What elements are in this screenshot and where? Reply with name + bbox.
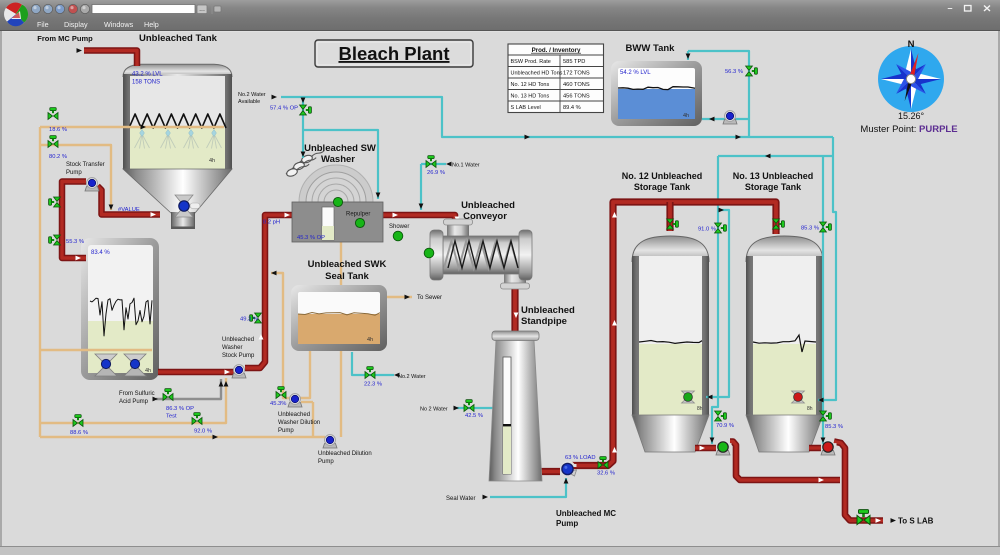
- svg-text:89.4 %: 89.4 %: [563, 105, 581, 111]
- svg-text:No. 12 HD Tons: No. 12 HD Tons: [511, 82, 550, 88]
- svg-text:Seal Tank: Seal Tank: [325, 271, 369, 282]
- svg-text:15.26°: 15.26°: [898, 111, 925, 121]
- svg-text:80.2 %: 80.2 %: [49, 154, 67, 160]
- svg-text:83.4 %: 83.4 %: [91, 250, 110, 256]
- svg-text:45.3%: 45.3%: [270, 401, 286, 407]
- svg-text:–: –: [947, 3, 952, 13]
- svg-text:92.0 %: 92.0 %: [194, 429, 212, 435]
- svg-text:From MC Pump: From MC Pump: [37, 34, 93, 43]
- svg-text:4h: 4h: [367, 337, 373, 343]
- svg-text:456 TONS: 456 TONS: [563, 94, 590, 100]
- svg-text:Unbleached Tank: Unbleached Tank: [139, 33, 218, 44]
- svg-text:S LAB Level: S LAB Level: [511, 105, 541, 111]
- svg-text:43.2 % LVL: 43.2 % LVL: [132, 72, 163, 78]
- svg-text:No.2 Water: No.2 Water: [398, 374, 426, 380]
- svg-text:Acid Pump: Acid Pump: [119, 399, 149, 405]
- svg-text:172 TONS: 172 TONS: [563, 71, 590, 77]
- svg-text:Muster Point: PURPLE: Muster Point: PURPLE: [860, 124, 957, 135]
- svg-text:Unbleached HD Tons: Unbleached HD Tons: [511, 71, 563, 77]
- svg-text:Available: Available: [238, 99, 260, 105]
- svg-text:Washer: Washer: [321, 154, 355, 165]
- svg-text:56.3 %: 56.3 %: [725, 69, 743, 75]
- svg-text:BSW Prod. Rate: BSW Prod. Rate: [511, 59, 551, 65]
- svg-text:Storage Tank: Storage Tank: [745, 182, 802, 192]
- svg-text:86.3 % OP: 86.3 % OP: [166, 406, 194, 412]
- svg-text:57.4 % OP: 57.4 % OP: [270, 106, 298, 112]
- svg-text:70.9 %: 70.9 %: [716, 423, 734, 429]
- svg-text:Help: Help: [144, 20, 159, 29]
- svg-text:#VALUE: #VALUE: [118, 207, 140, 213]
- svg-text:49.3 %: 49.3 %: [240, 317, 258, 323]
- svg-text:Washer Dilution: Washer Dilution: [278, 420, 320, 426]
- svg-text:From Sulfuric: From Sulfuric: [119, 391, 155, 397]
- svg-text:Seal Water: Seal Water: [446, 496, 475, 502]
- svg-text:Pump: Pump: [556, 519, 578, 528]
- svg-text:Pump: Pump: [318, 459, 334, 465]
- svg-text:Pump: Pump: [66, 170, 82, 176]
- svg-text:8h: 8h: [697, 406, 703, 412]
- svg-text:Pump: Pump: [278, 428, 294, 434]
- svg-text:Test: Test: [166, 414, 177, 420]
- svg-text:88.6 %: 88.6 %: [70, 430, 88, 436]
- svg-text:BWW Tank: BWW Tank: [626, 43, 676, 54]
- svg-text:Unbleached: Unbleached: [278, 412, 310, 418]
- svg-text:42.5 %: 42.5 %: [465, 413, 483, 419]
- svg-text:Unbleached SW: Unbleached SW: [304, 143, 376, 154]
- svg-text:Stock Transfer: Stock Transfer: [66, 162, 105, 168]
- svg-text:Washer: Washer: [222, 345, 242, 351]
- svg-text:4h: 4h: [145, 368, 151, 374]
- svg-text:Unbleached Dilution: Unbleached Dilution: [318, 451, 372, 457]
- svg-text:460 TONS: 460 TONS: [563, 82, 590, 88]
- svg-text:...: ...: [199, 6, 205, 13]
- svg-text:N: N: [908, 39, 915, 50]
- svg-text:85.3 %: 85.3 %: [801, 226, 819, 232]
- svg-text:No. 12 Unbleached: No. 12 Unbleached: [622, 171, 703, 181]
- svg-text:585 TPD: 585 TPD: [563, 59, 585, 65]
- svg-text:File: File: [37, 20, 49, 29]
- svg-text:Unbleached SWK: Unbleached SWK: [308, 259, 387, 270]
- svg-text:To Sewer: To Sewer: [417, 295, 442, 301]
- svg-text:45.3 % OP: 45.3 % OP: [297, 235, 325, 241]
- svg-text:Unbleached: Unbleached: [222, 337, 254, 343]
- svg-text:32.6 %: 32.6 %: [597, 471, 615, 477]
- svg-text:Unbleached: Unbleached: [521, 305, 575, 316]
- svg-text:85.3 %: 85.3 %: [825, 424, 843, 430]
- svg-text:No.1 Water: No.1 Water: [452, 163, 480, 169]
- svg-text:Repulper: Repulper: [346, 212, 370, 218]
- svg-text:18.6 %: 18.6 %: [49, 127, 67, 133]
- svg-text:Storage Tank: Storage Tank: [634, 182, 691, 192]
- svg-text:No. 13 Unbleached: No. 13 Unbleached: [733, 171, 814, 181]
- svg-text:8h: 8h: [807, 406, 813, 412]
- svg-text:No.2 Water: No.2 Water: [238, 92, 266, 98]
- svg-text:4h: 4h: [209, 158, 215, 164]
- svg-text:Unbleached: Unbleached: [461, 200, 515, 211]
- svg-text:26.9 %: 26.9 %: [427, 170, 445, 176]
- svg-text:158 TONS: 158 TONS: [132, 80, 160, 86]
- svg-text:To S LAB: To S LAB: [898, 517, 934, 526]
- svg-text:55.3 %: 55.3 %: [66, 239, 84, 245]
- svg-text:Bleach Plant: Bleach Plant: [338, 43, 449, 64]
- svg-text:54.2 % LVL: 54.2 % LVL: [620, 70, 651, 76]
- svg-text:Windows: Windows: [104, 20, 134, 29]
- svg-text:No. 13 HD Tons: No. 13 HD Tons: [511, 94, 550, 100]
- svg-text:Unbleached MC: Unbleached MC: [556, 509, 616, 518]
- svg-text:63 % LOAD: 63 % LOAD: [565, 455, 596, 461]
- svg-text:Standpipe: Standpipe: [521, 316, 567, 327]
- svg-text:4h: 4h: [683, 113, 689, 119]
- svg-text:Conveyor: Conveyor: [463, 211, 507, 222]
- svg-text:22.3 %: 22.3 %: [364, 382, 382, 388]
- svg-text:No 2 Water: No 2 Water: [420, 407, 448, 413]
- svg-text:Display: Display: [64, 20, 88, 29]
- svg-text:Shower: Shower: [389, 224, 409, 230]
- svg-text:8.2 pH: 8.2 pH: [263, 220, 280, 226]
- svg-text:Stock Pump: Stock Pump: [222, 353, 255, 359]
- svg-text:91.0 %: 91.0 %: [698, 227, 716, 233]
